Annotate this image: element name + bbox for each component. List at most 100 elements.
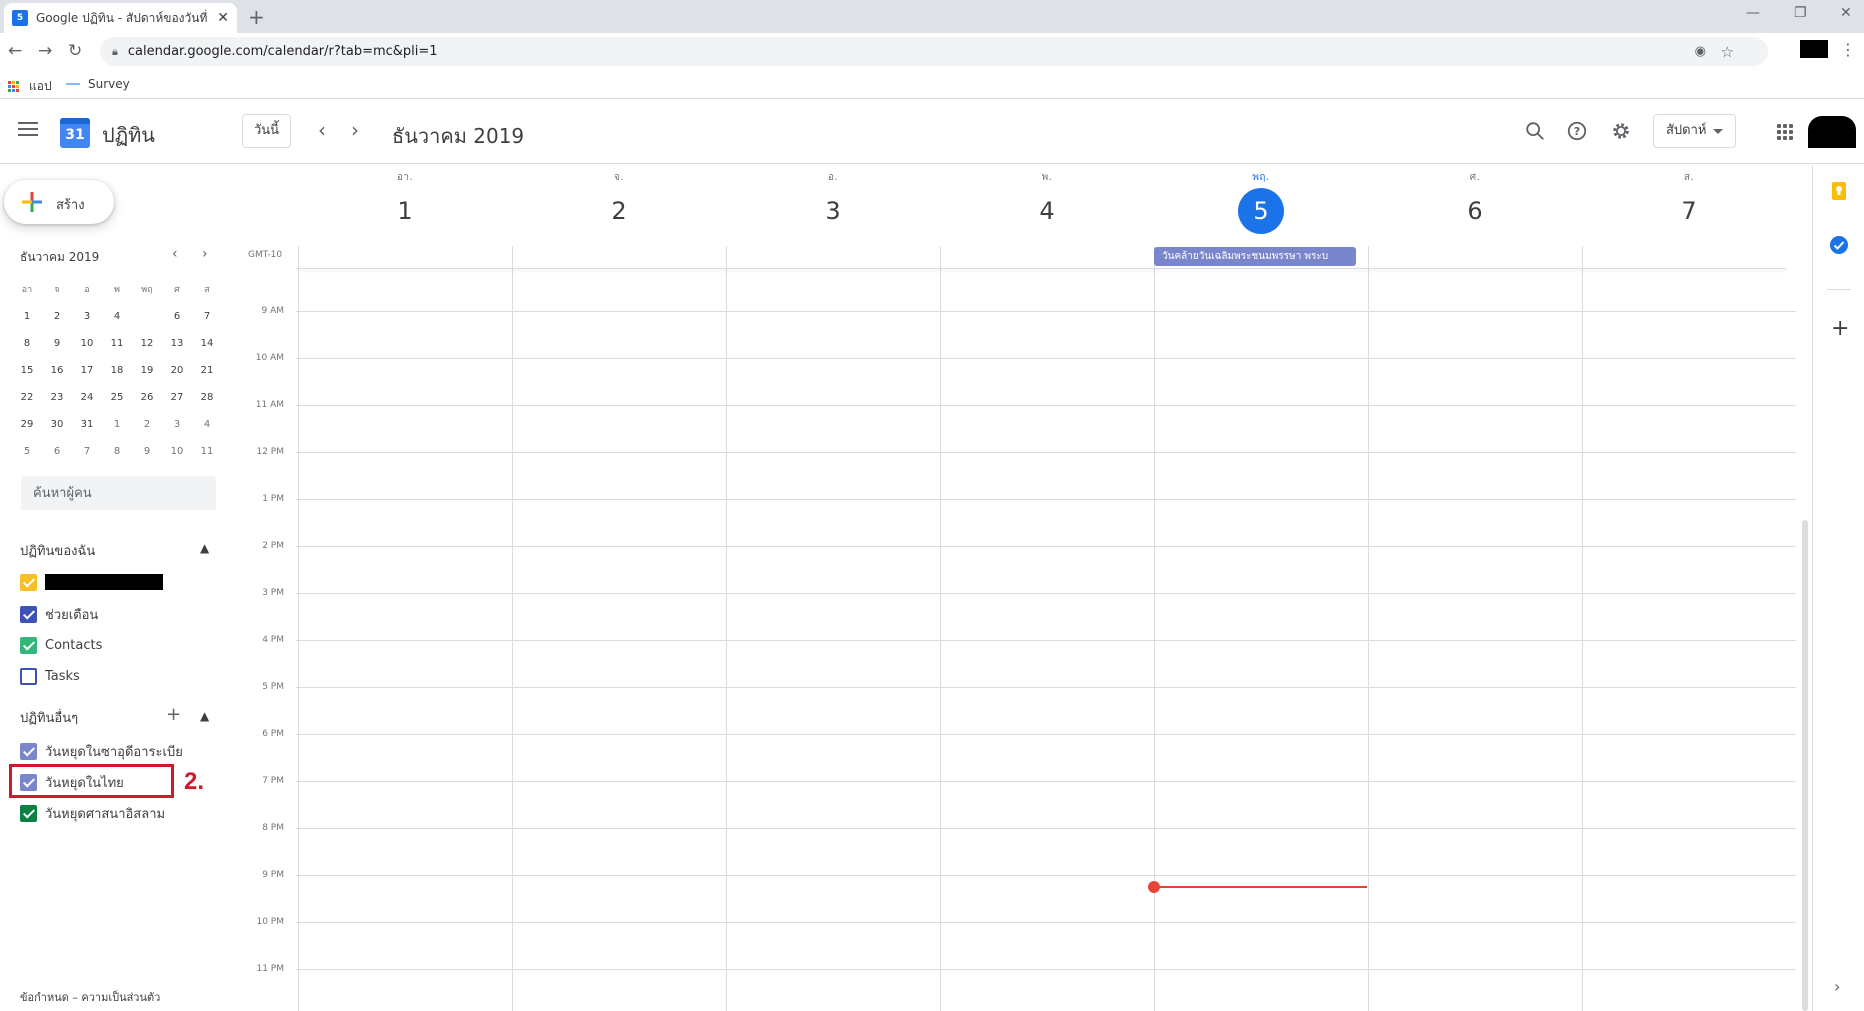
add-calendar-plus-icon[interactable]: +	[166, 706, 181, 724]
search-icon[interactable]	[1524, 120, 1546, 142]
mini-day[interactable]: 3	[162, 413, 192, 437]
mini-prev-month-icon[interactable]: ‹	[172, 247, 178, 261]
app-name[interactable]: ปฏิทิน	[102, 119, 155, 151]
google-apps-icon[interactable]	[1777, 124, 1793, 140]
day-number-today[interactable]: 5	[1238, 188, 1284, 234]
mini-day[interactable]: 12	[132, 332, 162, 356]
browser-profile-avatar[interactable]	[1800, 40, 1828, 58]
browser-menu-icon[interactable]: ⋮	[1840, 40, 1856, 59]
create-button[interactable]: สร้าง	[4, 180, 114, 224]
day-number[interactable]: 2	[596, 188, 642, 234]
day-header-sun[interactable]: อา. 1	[298, 170, 512, 234]
mini-day[interactable]: 17	[72, 359, 102, 383]
mini-day[interactable]: 1	[102, 413, 132, 437]
tasks-icon[interactable]	[1829, 235, 1849, 255]
calendar-item-personal[interactable]	[20, 570, 163, 594]
day-number[interactable]: 6	[1452, 188, 1498, 234]
forward-icon[interactable]: →	[38, 41, 52, 61]
previous-week-icon[interactable]: ‹	[318, 120, 326, 140]
minimize-icon[interactable]: —	[1746, 5, 1760, 21]
today-button[interactable]: วันนี้	[242, 114, 291, 148]
mini-day[interactable]: 11	[102, 332, 132, 356]
restore-icon[interactable]: ❐	[1794, 5, 1807, 21]
mini-day[interactable]: 10	[72, 332, 102, 356]
collapse-chevron-up-icon[interactable]: ▲	[200, 709, 209, 723]
checkbox-checked-icon[interactable]	[20, 804, 37, 822]
mini-day[interactable]: 29	[12, 413, 42, 437]
keep-icon[interactable]	[1829, 181, 1849, 201]
calendar-item-saudi-holidays[interactable]: วันหยุดในซาอุดีอาระเบีย	[20, 739, 183, 763]
settings-gear-icon[interactable]	[1610, 120, 1632, 142]
mini-day[interactable]: 18	[102, 359, 132, 383]
bookmark-apps[interactable]: แอป	[8, 77, 52, 96]
day-number[interactable]: 4	[1024, 188, 1070, 234]
mini-day[interactable]: 31	[72, 413, 102, 437]
mini-day[interactable]: 24	[72, 386, 102, 410]
mini-day[interactable]: 27	[162, 386, 192, 410]
mini-day[interactable]: 20	[162, 359, 192, 383]
main-menu-icon[interactable]	[18, 122, 38, 140]
mini-day[interactable]: 1	[12, 305, 42, 329]
collapse-chevron-up-icon[interactable]: ▲	[200, 541, 209, 555]
window-close-icon[interactable]: ✕	[1840, 5, 1852, 21]
tab-close-icon[interactable]: ✕	[217, 10, 229, 26]
mini-day-today[interactable]: 5	[132, 304, 162, 329]
bookmark-star-icon[interactable]: ☆	[1721, 43, 1734, 61]
mini-day[interactable]: 16	[42, 359, 72, 383]
account-avatar[interactable]	[1808, 116, 1856, 148]
mini-day[interactable]: 9	[132, 440, 162, 464]
mini-day[interactable]: 26	[132, 386, 162, 410]
day-header-thu-today[interactable]: พฤ. 5	[1154, 170, 1368, 234]
mini-day[interactable]: 6	[42, 440, 72, 464]
mini-day[interactable]: 10	[162, 440, 192, 464]
mini-day[interactable]: 14	[192, 332, 222, 356]
other-calendars-title[interactable]: ปฏิทินอื่นๆ	[20, 707, 78, 728]
mini-day[interactable]: 8	[12, 332, 42, 356]
day-header-tue[interactable]: อ. 3	[726, 170, 940, 234]
mini-day[interactable]: 7	[72, 440, 102, 464]
mini-day[interactable]: 25	[102, 386, 132, 410]
address-bar[interactable]: 🔒︎ calendar.google.com/calendar/r?tab=mc…	[100, 37, 1768, 66]
mini-day[interactable]: 4	[192, 413, 222, 437]
search-people-input[interactable]	[21, 476, 216, 510]
expand-panel-chevron-icon[interactable]: ›	[1834, 977, 1840, 996]
day-header-mon[interactable]: จ. 2	[512, 170, 726, 234]
checkbox-checked-icon[interactable]	[20, 636, 37, 654]
mini-day[interactable]: 28	[192, 386, 222, 410]
add-addon-plus-icon[interactable]: +	[1831, 318, 1849, 340]
day-header-sat[interactable]: ส. 7	[1582, 170, 1796, 234]
mini-day[interactable]: 30	[42, 413, 72, 437]
mini-day[interactable]: 6	[162, 305, 192, 329]
mini-day[interactable]: 2	[42, 305, 72, 329]
day-number[interactable]: 3	[810, 188, 856, 234]
mini-day[interactable]: 7	[192, 305, 222, 329]
browser-tab[interactable]: 5 Google ปฏิทิน - สัปดาห์ของวันที่ 1 ธั …	[4, 3, 237, 33]
reload-icon[interactable]: ↻	[68, 41, 82, 61]
my-calendars-title[interactable]: ปฏิทินของฉัน	[20, 540, 95, 561]
mini-day[interactable]: 3	[72, 305, 102, 329]
help-icon[interactable]: ?	[1566, 120, 1588, 142]
calendar-logo-icon[interactable]: 31	[60, 118, 90, 148]
mini-day[interactable]: 19	[132, 359, 162, 383]
view-switcher[interactable]: สัปดาห์	[1653, 114, 1736, 148]
week-time-grid[interactable]	[296, 246, 1796, 1011]
mini-day[interactable]: 21	[192, 359, 222, 383]
mini-day[interactable]: 23	[42, 386, 72, 410]
vertical-scrollbar[interactable]	[1802, 520, 1808, 1011]
all-day-event-chip[interactable]: วันคล้ายวันเฉลิมพระชนมพรรษา พระบ	[1154, 247, 1356, 266]
mini-day[interactable]: 11	[192, 440, 222, 464]
next-week-icon[interactable]: ›	[351, 120, 359, 140]
day-number[interactable]: 7	[1666, 188, 1712, 234]
mini-day[interactable]: 13	[162, 332, 192, 356]
back-icon[interactable]: ←	[8, 41, 22, 61]
checkbox-checked-icon[interactable]	[20, 605, 37, 623]
mini-day[interactable]: 8	[102, 440, 132, 464]
new-tab-button[interactable]: +	[248, 7, 265, 27]
calendar-item-contacts[interactable]: Contacts	[20, 633, 102, 657]
calendar-item-islamic-holidays[interactable]: วันหยุดศาสนาอิสลาม	[20, 801, 165, 825]
terms-privacy-links[interactable]: ข้อกำหนด – ความเป็นส่วนตัว	[20, 988, 160, 1006]
calendar-item-tasks[interactable]: Tasks	[20, 664, 80, 688]
day-header-fri[interactable]: ศ. 6	[1368, 170, 1582, 234]
mini-day[interactable]: 5	[12, 440, 42, 464]
mini-day[interactable]: 9	[42, 332, 72, 356]
